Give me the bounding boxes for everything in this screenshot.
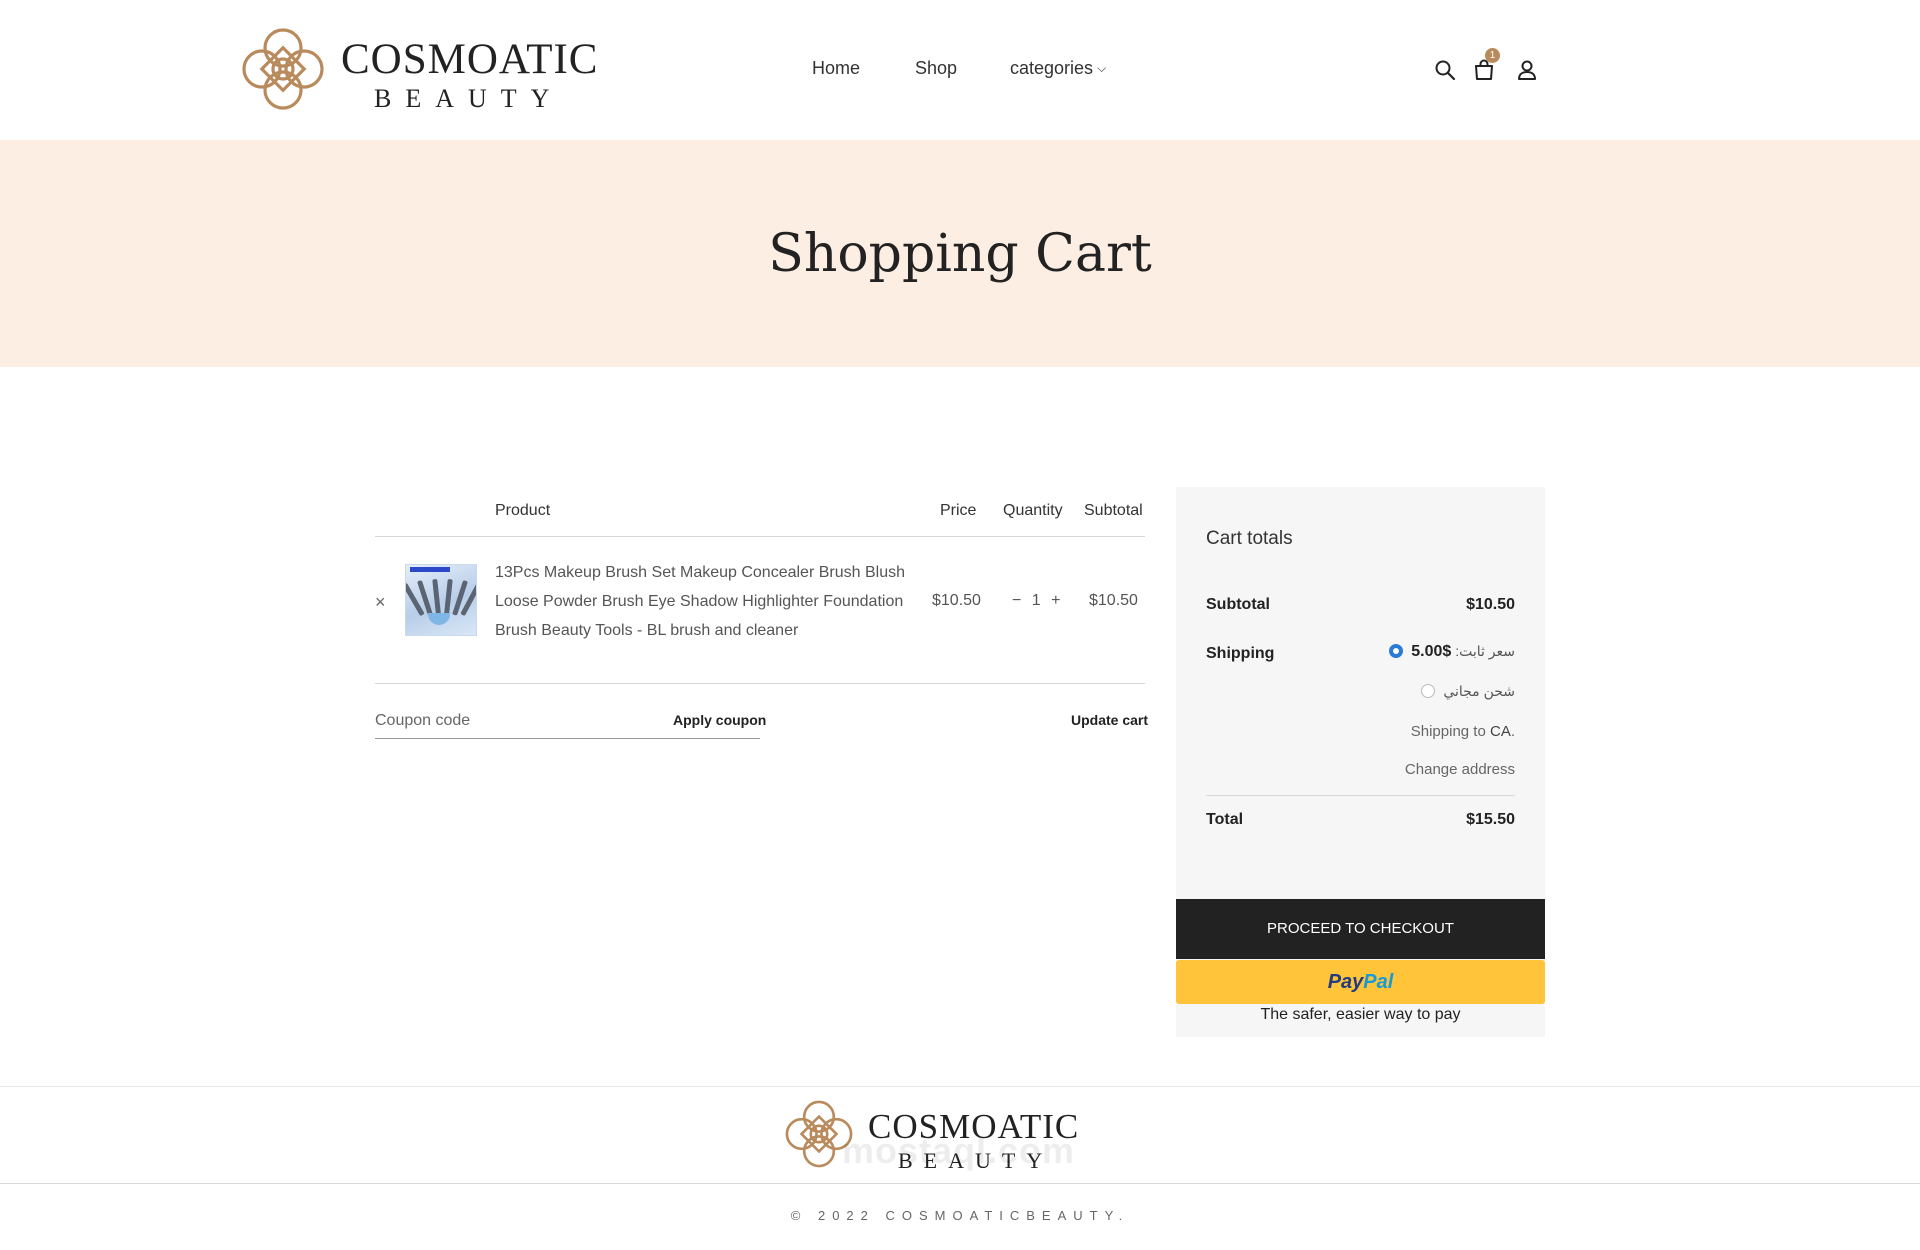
total-label: Total (1206, 811, 1244, 828)
row-divider (375, 683, 1145, 684)
shipping-destination-region: CA (1489, 723, 1511, 740)
shipping-option-flat-rate-price: $5.00 (1411, 643, 1452, 660)
search-icon[interactable] (1433, 58, 1457, 82)
column-header-subtotal: Subtotal (1084, 502, 1143, 519)
watermark: mostaql.com (842, 1130, 1076, 1171)
product-name-link[interactable]: 13Pcs Makeup Brush Set Makeup Concealer … (495, 558, 915, 645)
footer-divider-top (0, 1086, 1920, 1087)
site-header: COSMOATIC BEAUTY Home Shop categories ⌵ 1 (0, 0, 1920, 140)
proceed-to-checkout-button[interactable]: PROCEED TO CHECKOUT (1176, 899, 1545, 959)
shipping-label: Shipping (1206, 645, 1275, 662)
paypal-tagline: The safer, easier way to pay (1260, 1006, 1461, 1023)
footer-divider (0, 1183, 1920, 1184)
quantity-value[interactable]: 1 (1032, 592, 1041, 609)
item-price: $10.50 (932, 592, 981, 609)
apply-coupon-button[interactable]: Apply coupon (673, 712, 766, 728)
brand-subname: BEAUTY (374, 84, 564, 113)
coupon-underline (375, 738, 760, 739)
page-title: Shopping Cart (768, 224, 1152, 284)
site-logo[interactable]: COSMOATIC BEAUTY (238, 24, 604, 116)
paypal-logo-pay: Pay (1327, 971, 1364, 993)
shipping-destination-suffix: . (1510, 723, 1515, 740)
brand-name: COSMOATIC (341, 36, 599, 83)
column-header-quantity: Quantity (1003, 502, 1063, 519)
copyright-text: © 2022 COSMOATICBEAUTY. (790, 1208, 1130, 1223)
nav-categories-label: categories (1010, 58, 1094, 78)
shipping-option-flat-rate-label: سعر ثابت: (1455, 643, 1515, 659)
update-cart-button[interactable]: Update cart (1071, 712, 1148, 728)
chevron-down-icon: ⌵ (1097, 61, 1107, 75)
shipping-option-free-label: شحن مجاني (1443, 683, 1515, 699)
quantity-stepper[interactable]: − 1 + (1012, 592, 1061, 610)
cart-count-badge: 1 (1485, 48, 1500, 63)
remove-item-button[interactable]: × (375, 592, 386, 613)
page-banner: Shopping Cart (0, 140, 1920, 367)
radio-selected-icon[interactable] (1389, 644, 1404, 658)
nav-categories[interactable]: categories ⌵ (1010, 58, 1106, 79)
totals-divider (1206, 795, 1515, 796)
column-header-price: Price (940, 502, 977, 519)
product-thumbnail[interactable] (405, 564, 477, 636)
cart-totals-title: Cart totals (1206, 528, 1293, 549)
quantity-decrease-button[interactable]: − (1012, 592, 1021, 609)
subtotal-label: Subtotal (1206, 596, 1270, 613)
paypal-logo-pal: Pal (1363, 971, 1394, 993)
user-icon[interactable] (1515, 58, 1539, 82)
coupon-input[interactable]: Coupon code (375, 712, 470, 730)
shipping-destination: Shipping to CA. (1411, 723, 1515, 740)
logo-knot-icon (242, 28, 324, 110)
column-header-product: Product (495, 502, 551, 519)
item-subtotal: $10.50 (1089, 592, 1138, 609)
subtotal-value: $10.50 (1466, 596, 1515, 613)
nav-shop[interactable]: Shop (915, 58, 957, 79)
change-address-link[interactable]: Change address (1405, 761, 1515, 778)
shipping-destination-prefix: Shipping to (1410, 723, 1486, 740)
radio-unselected-icon[interactable] (1421, 684, 1436, 698)
total-value: $15.50 (1466, 811, 1515, 828)
shipping-option-free[interactable]: شحن مجاني (1421, 683, 1515, 700)
quantity-increase-button[interactable]: + (1051, 592, 1060, 609)
paypal-button[interactable]: PayPal (1176, 960, 1545, 1004)
nav-home[interactable]: Home (812, 58, 860, 79)
table-header-divider (375, 536, 1145, 537)
shipping-option-flat-rate[interactable]: سعر ثابت: $5.00 (1389, 643, 1515, 661)
